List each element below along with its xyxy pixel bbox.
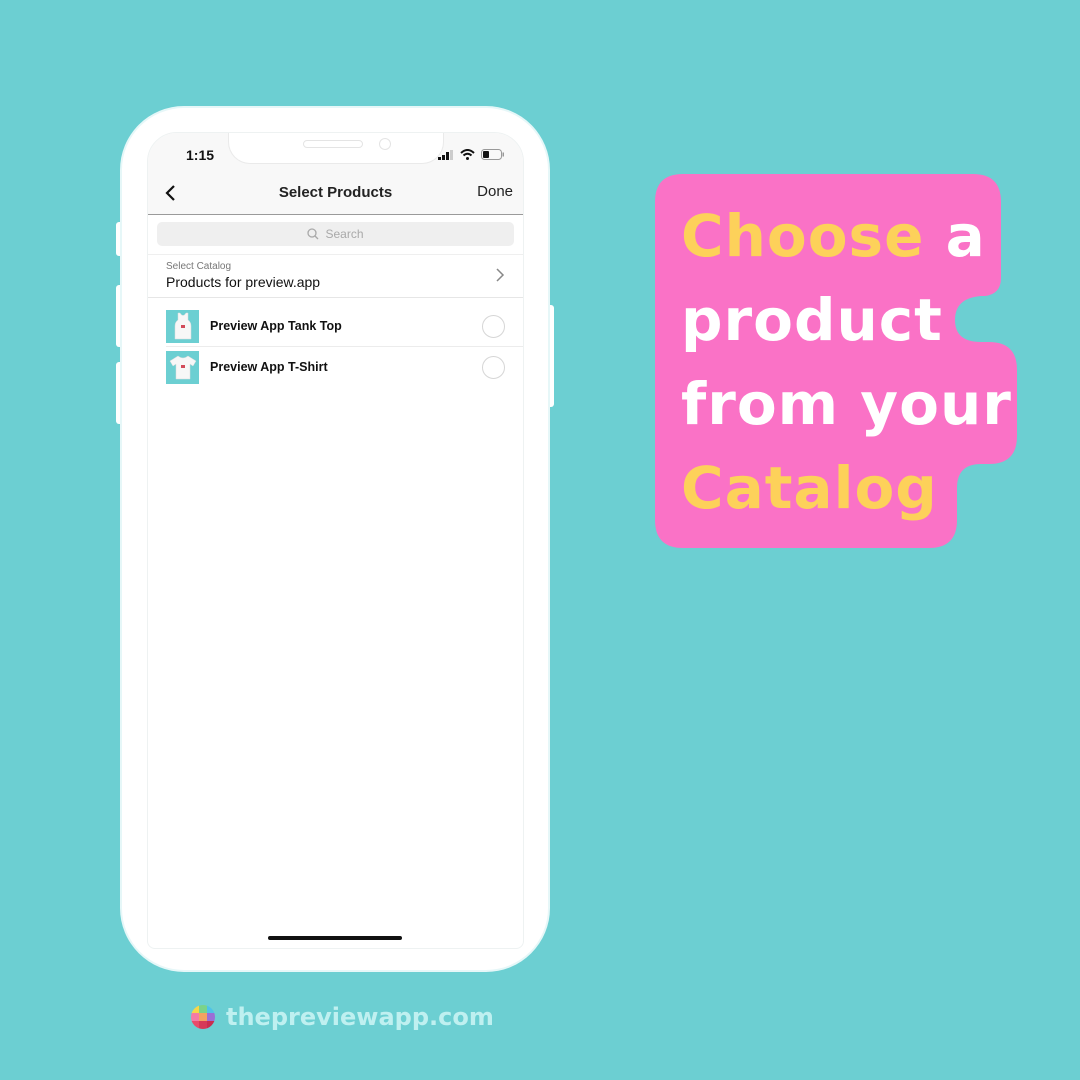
battery-icon (481, 149, 504, 160)
home-indicator (268, 936, 402, 940)
status-time: 1:15 (186, 147, 215, 163)
status-icons (438, 149, 505, 160)
product-name: Preview App T-Shirt (210, 360, 328, 374)
callout-line3: from your (681, 370, 1012, 438)
phone-screen: 1:15 Select Products Done Search Select … (147, 132, 524, 949)
t-shirt-icon (169, 355, 196, 380)
callout-line2: product (681, 286, 943, 354)
callout-highlight-catalog: Catalog (681, 454, 938, 522)
search-placeholder: Search (325, 227, 364, 241)
done-button[interactable]: Done (477, 183, 513, 200)
product-row[interactable]: Preview App Tank Top (166, 306, 523, 347)
tank-top-icon (174, 312, 191, 340)
signal-icon (438, 149, 453, 160)
chevron-right-icon (496, 268, 505, 282)
product-name: Preview App Tank Top (210, 319, 342, 333)
preview-app-logo-icon (191, 1005, 215, 1029)
wifi-icon (460, 149, 475, 160)
product-thumbnail (166, 350, 199, 384)
speaker (303, 140, 363, 148)
notch (228, 133, 444, 164)
top-bar: 1:15 Select Products Done (148, 133, 523, 215)
product-select-radio[interactable] (482, 314, 505, 338)
product-thumbnail (166, 309, 199, 343)
product-row[interactable]: Preview App T-Shirt (166, 347, 523, 387)
callout-text: Choose a product from your Catalog (681, 194, 1012, 530)
callout-line1-rest: a (924, 202, 986, 270)
camera (379, 138, 391, 150)
product-select-radio[interactable] (482, 355, 505, 379)
callout-highlight-choose: Choose (681, 202, 925, 270)
search-input[interactable]: Search (157, 222, 514, 246)
brand-footer: thepreviewapp.com (190, 1003, 494, 1031)
page-title: Select Products (278, 184, 393, 201)
brand-url: thepreviewapp.com (226, 1003, 494, 1031)
catalog-label: Select Catalog (166, 261, 232, 272)
search-icon (307, 228, 319, 240)
catalog-value: Products for preview.app (166, 274, 321, 290)
select-catalog-row[interactable]: Select Catalog Products for preview.app (148, 254, 523, 298)
